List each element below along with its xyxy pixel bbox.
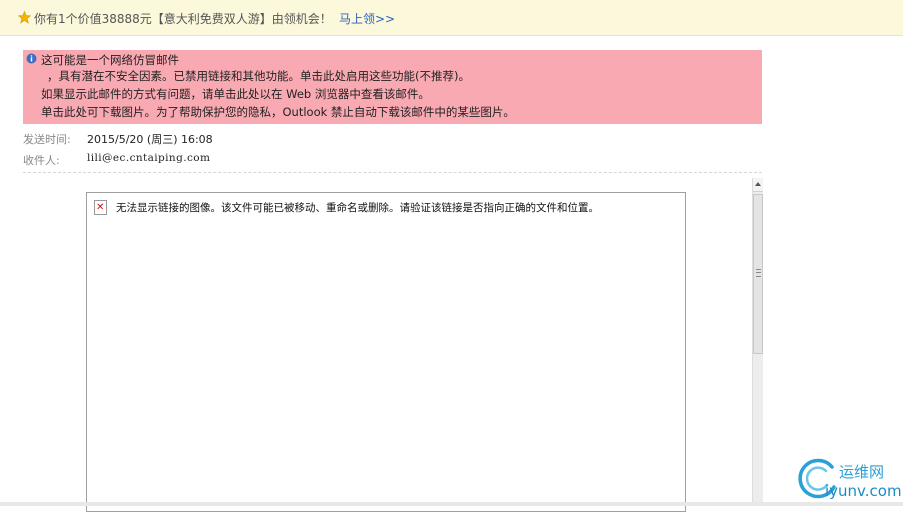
info-icon: [26, 53, 37, 64]
phishing-warning-box: 这可能是一个网络仿冒邮件 ，具有潜在不安全因素。已禁用链接和其他功能。单击此处启…: [23, 50, 762, 124]
watermark-cn-text: 运维网: [839, 463, 885, 481]
warning-line-view-in-browser[interactable]: 如果显示此邮件的方式有问题，请单击此处以在 Web 浏览器中查看该邮件。: [41, 87, 430, 101]
warning-line-enable-features[interactable]: ，具有潜在不安全因素。已禁用链接和其他功能。单击此处启用这些功能(不推荐)。: [47, 69, 470, 83]
recipient-label: 收件人:: [23, 154, 60, 167]
watermark-en-text: iyunv.com: [825, 482, 902, 500]
promo-text: 你有1个价值38888元【意大利免费双人游】由领机会！: [34, 12, 332, 26]
promo-claim-link[interactable]: 马上领>>: [339, 10, 395, 27]
promo-bar: 你有1个价值38888元【意大利免费双人游】由领机会！ 马上领>>: [0, 0, 903, 36]
scroll-thumb[interactable]: [753, 194, 763, 354]
vertical-scrollbar[interactable]: [752, 178, 763, 506]
recipient-value[interactable]: lili@ec.cntaiping.com: [87, 152, 210, 164]
site-watermark: 运维网 iyunv.com: [796, 455, 902, 503]
sent-time-value: 2015/5/20 (周三) 16:08: [87, 133, 213, 146]
broken-image-message: 无法显示链接的图像。该文件可能已被移动、重命名或删除。请验证该链接是否指向正确的…: [116, 202, 599, 214]
warning-line-phishing: 这可能是一个网络仿冒邮件: [41, 53, 179, 67]
broken-image-icon: ✕: [94, 200, 107, 215]
header-divider: [23, 172, 762, 173]
scroll-up-button[interactable]: [753, 178, 763, 192]
message-body-frame: ✕ 无法显示链接的图像。该文件可能已被移动、重命名或删除。请验证该链接是否指向正…: [86, 192, 686, 512]
bottom-border: [0, 502, 903, 506]
sent-time-label: 发送时间:: [23, 133, 71, 146]
arrow-up-icon: [755, 182, 761, 186]
warning-line-download-pictures[interactable]: 单击此处可下载图片。为了帮助保护您的隐私，Outlook 禁止自动下载该邮件中的…: [41, 105, 515, 119]
star-icon: [18, 11, 31, 24]
grip-icon: [756, 269, 761, 277]
